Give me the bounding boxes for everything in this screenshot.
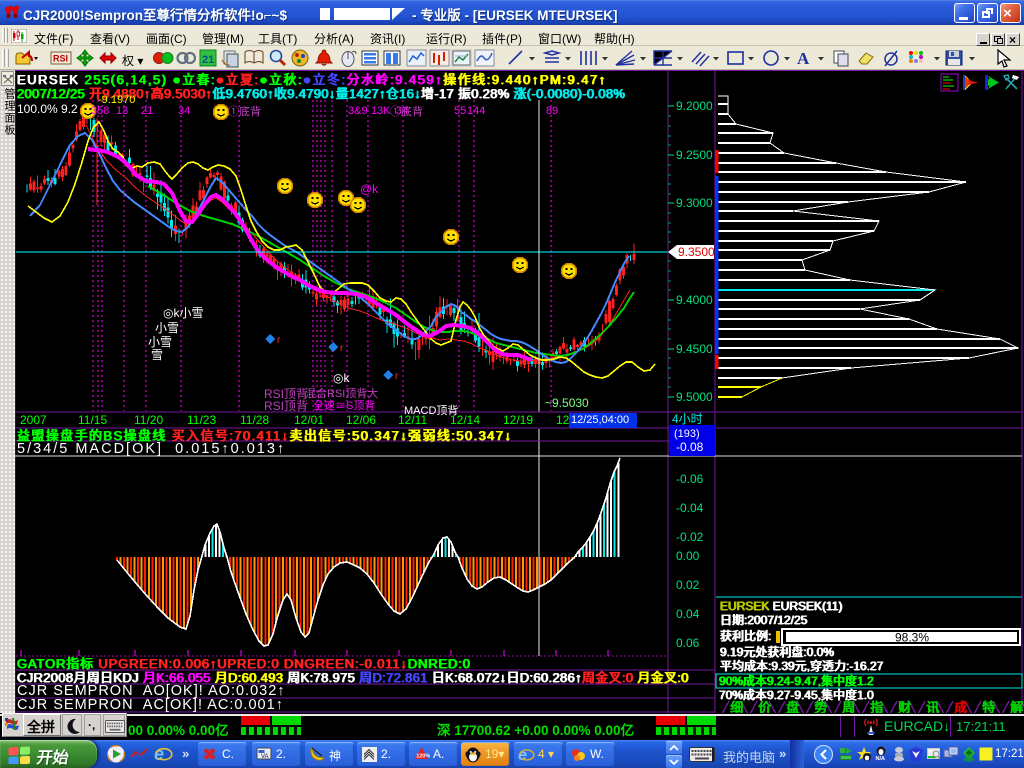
svg-text:98.3%: 98.3% <box>895 631 929 645</box>
svg-text:120%: 120% <box>416 754 430 760</box>
svg-text:RSI: RSI <box>53 54 68 64</box>
svg-text:21: 21 <box>202 54 214 66</box>
svg-text:N/A: N/A <box>876 756 886 762</box>
svg-text:e: e <box>154 744 164 764</box>
svg-text:VA: VA <box>261 754 269 760</box>
svg-text:A: A <box>797 49 810 68</box>
